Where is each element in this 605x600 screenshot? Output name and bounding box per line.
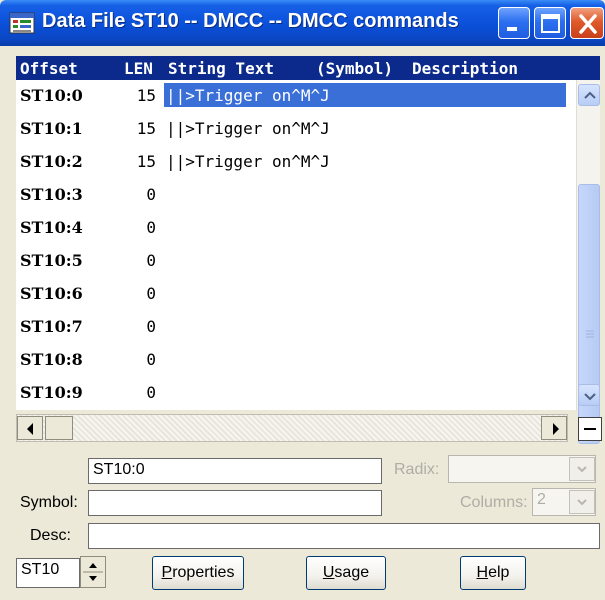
window-title: Data File ST10 -- DMCC -- DMCC commands bbox=[42, 10, 459, 32]
columns-label: Columns: bbox=[460, 494, 528, 511]
close-button[interactable] bbox=[570, 7, 604, 39]
row-offset: ST10:2 bbox=[20, 152, 83, 171]
usage-accel: U bbox=[322, 564, 335, 581]
desc-field[interactable] bbox=[88, 523, 600, 549]
row-offset: ST10:6 bbox=[20, 284, 83, 303]
address-field[interactable]: ST10:0 bbox=[88, 458, 382, 484]
row-string-text[interactable]: ||>Trigger on^M^J bbox=[166, 86, 330, 105]
row-offset: ST10:8 bbox=[20, 350, 83, 369]
minimize-icon bbox=[507, 27, 517, 31]
scroll-left-button[interactable] bbox=[17, 416, 43, 440]
help-accel: H bbox=[476, 564, 489, 581]
scroll-left-icon bbox=[27, 423, 33, 435]
table-row[interactable]: ST10:4 0 bbox=[16, 212, 576, 242]
row-len: 0 bbox=[146, 350, 156, 369]
close-icon bbox=[579, 14, 597, 34]
scroll-up-icon bbox=[584, 91, 596, 99]
table-row[interactable]: ST10:9 0 bbox=[16, 377, 576, 407]
symbol-label: Symbol: bbox=[20, 494, 78, 511]
chevron-down-icon bbox=[577, 466, 587, 473]
properties-button[interactable]: Properties bbox=[152, 556, 244, 590]
table-row[interactable]: ST10:5 0 bbox=[16, 245, 576, 275]
row-len: 0 bbox=[146, 251, 156, 270]
row-len: 15 bbox=[136, 152, 156, 171]
radix-dropdown-button[interactable] bbox=[569, 457, 595, 481]
row-offset: ST10:5 bbox=[20, 251, 83, 270]
column-len[interactable]: LEN bbox=[124, 59, 153, 78]
help-label: elp bbox=[488, 564, 510, 581]
table-row[interactable]: ST10:7 0 bbox=[16, 311, 576, 341]
spinner-up-icon bbox=[89, 563, 97, 568]
spinner-arrows-icon bbox=[83, 563, 103, 581]
table-row[interactable]: ST10:1 15 ||>Trigger on^M^J bbox=[16, 113, 576, 143]
collapse-button[interactable] bbox=[578, 417, 602, 441]
row-len: 15 bbox=[136, 119, 156, 138]
data-table: ST10:0 15 ||>Trigger on^M^J ST10:1 15 ||… bbox=[16, 80, 576, 410]
desc-label: Desc: bbox=[30, 527, 71, 544]
row-string-text[interactable]: ||>Trigger on^M^J bbox=[166, 119, 330, 138]
app-icon bbox=[9, 11, 35, 35]
row-offset: ST10:9 bbox=[20, 383, 83, 402]
row-len: 15 bbox=[136, 86, 156, 105]
column-header: Offset LEN String Text (Symbol) Descript… bbox=[16, 56, 600, 80]
maximize-button[interactable] bbox=[534, 7, 566, 39]
row-len: 0 bbox=[146, 218, 156, 237]
radix-label: Radix: bbox=[394, 461, 440, 478]
spinner-down-icon bbox=[89, 576, 97, 581]
chevron-down-icon bbox=[577, 499, 587, 506]
scroll-up-button[interactable] bbox=[578, 84, 600, 106]
scroll-down-button[interactable] bbox=[578, 384, 600, 406]
vertical-scrollbar[interactable] bbox=[576, 80, 600, 444]
scroll-right-icon bbox=[553, 423, 559, 435]
row-offset: ST10:7 bbox=[20, 317, 83, 336]
row-offset: ST10:3 bbox=[20, 185, 83, 204]
properties-accel: P bbox=[161, 564, 173, 581]
row-len: 0 bbox=[146, 185, 156, 204]
file-spinner[interactable] bbox=[80, 556, 106, 588]
horizontal-scrollbar[interactable] bbox=[16, 414, 568, 442]
column-symbol[interactable]: (Symbol) bbox=[316, 59, 393, 78]
row-len: 0 bbox=[146, 317, 156, 336]
maximize-icon bbox=[541, 14, 560, 33]
column-string-text[interactable]: String Text bbox=[168, 59, 274, 78]
minimize-button[interactable] bbox=[498, 7, 530, 39]
data-file-window: Data File ST10 -- DMCC -- DMCC commands … bbox=[0, 0, 605, 600]
collapse-icon bbox=[584, 428, 596, 430]
properties-label: roperties bbox=[172, 564, 235, 581]
columns-dropdown-button[interactable] bbox=[569, 490, 595, 514]
columns-value: 2 bbox=[537, 491, 546, 508]
row-offset: ST10:4 bbox=[20, 218, 83, 237]
title-bar[interactable]: Data File ST10 -- DMCC -- DMCC commands bbox=[0, 0, 605, 46]
scroll-down-icon bbox=[584, 393, 596, 401]
table-row[interactable]: ST10:6 0 bbox=[16, 278, 576, 308]
row-len: 0 bbox=[146, 383, 156, 402]
row-len: 0 bbox=[146, 284, 156, 303]
usage-button[interactable]: Usage bbox=[306, 556, 386, 590]
scroll-right-button[interactable] bbox=[541, 416, 567, 440]
row-offset: ST10:0 bbox=[20, 86, 83, 105]
horizontal-scroll-thumb[interactable] bbox=[45, 416, 73, 440]
table-row[interactable]: ST10:3 0 bbox=[16, 179, 576, 209]
usage-label: sage bbox=[334, 564, 370, 581]
column-offset[interactable]: Offset bbox=[20, 59, 78, 78]
file-number-field[interactable]: ST10 bbox=[16, 558, 80, 588]
column-description[interactable]: Description bbox=[412, 59, 518, 78]
table-row[interactable]: ST10:0 15 ||>Trigger on^M^J bbox=[16, 80, 576, 110]
row-string-text[interactable]: ||>Trigger on^M^J bbox=[166, 152, 330, 171]
row-offset: ST10:1 bbox=[20, 119, 83, 138]
symbol-field[interactable] bbox=[88, 490, 382, 516]
table-row[interactable]: ST10:2 15 ||>Trigger on^M^J bbox=[16, 146, 576, 176]
help-button[interactable]: Help bbox=[460, 556, 526, 590]
table-row[interactable]: ST10:8 0 bbox=[16, 344, 576, 374]
